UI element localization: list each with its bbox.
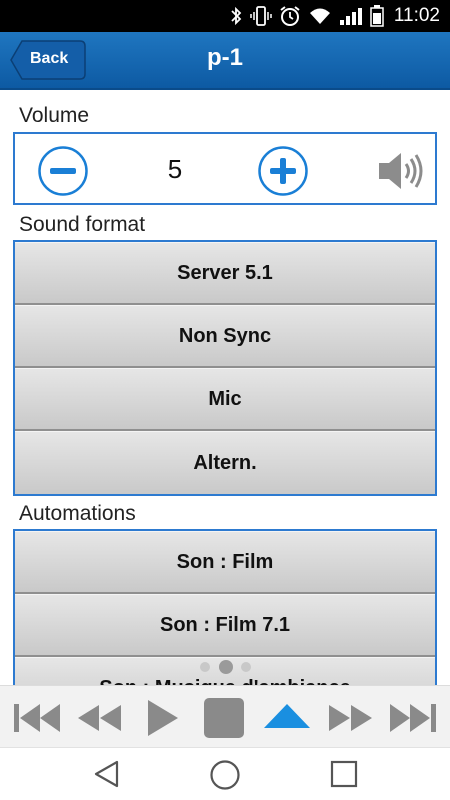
status-time: 11:02 — [393, 5, 440, 26]
status-bar: 11:02 — [0, 0, 450, 32]
transport-bar — [0, 685, 450, 747]
play-icon[interactable] — [142, 696, 182, 740]
fast-forward-icon[interactable] — [326, 696, 376, 740]
battery-icon — [370, 5, 384, 27]
sound-format-button-altern[interactable]: Altern. — [15, 431, 435, 494]
volume-control: 5 — [13, 132, 437, 205]
sound-format-label: Sound format — [19, 213, 146, 236]
volume-up-button[interactable] — [257, 145, 309, 197]
volume-value: 5 — [167, 154, 183, 184]
page-dot — [200, 662, 210, 672]
sound-format-button-server-5-1[interactable]: Server 5.1 — [15, 242, 435, 305]
vibrate-icon — [250, 6, 272, 26]
skip-to-end-icon[interactable] — [386, 696, 438, 740]
signal-icon — [340, 8, 362, 25]
alarm-icon — [280, 6, 300, 26]
recents-nav-icon[interactable] — [329, 759, 359, 789]
automations-label: Automations — [19, 502, 136, 525]
system-nav-bar — [0, 747, 450, 800]
sound-format-button-non-sync[interactable]: Non Sync — [15, 305, 435, 368]
title-bar: Back p-1 — [0, 32, 450, 90]
back-nav-icon[interactable] — [92, 759, 122, 789]
volume-label: Volume — [19, 104, 90, 127]
bluetooth-icon — [231, 6, 242, 26]
eject-icon[interactable] — [262, 696, 312, 740]
page-dot-active — [219, 660, 233, 674]
volume-down-button[interactable] — [37, 145, 89, 197]
sound-format-button-mic[interactable]: Mic — [15, 368, 435, 431]
status-icons — [229, 4, 384, 28]
stop-icon[interactable] — [202, 696, 246, 740]
sound-format-group: Server 5.1 Non Sync Mic Altern. — [13, 240, 437, 496]
rewind-icon[interactable] — [74, 696, 124, 740]
wifi-icon — [310, 8, 330, 24]
automation-button-son-film-7-1[interactable]: Son : Film 7.1 — [15, 594, 435, 657]
home-nav-icon[interactable] — [209, 759, 241, 791]
automation-button-son-film[interactable]: Son : Film — [15, 531, 435, 594]
page-dot — [241, 662, 251, 672]
page-indicator — [198, 660, 254, 674]
speaker-icon[interactable] — [377, 150, 425, 192]
skip-to-start-icon[interactable] — [12, 696, 64, 740]
page-title: p-1 — [207, 44, 243, 71]
